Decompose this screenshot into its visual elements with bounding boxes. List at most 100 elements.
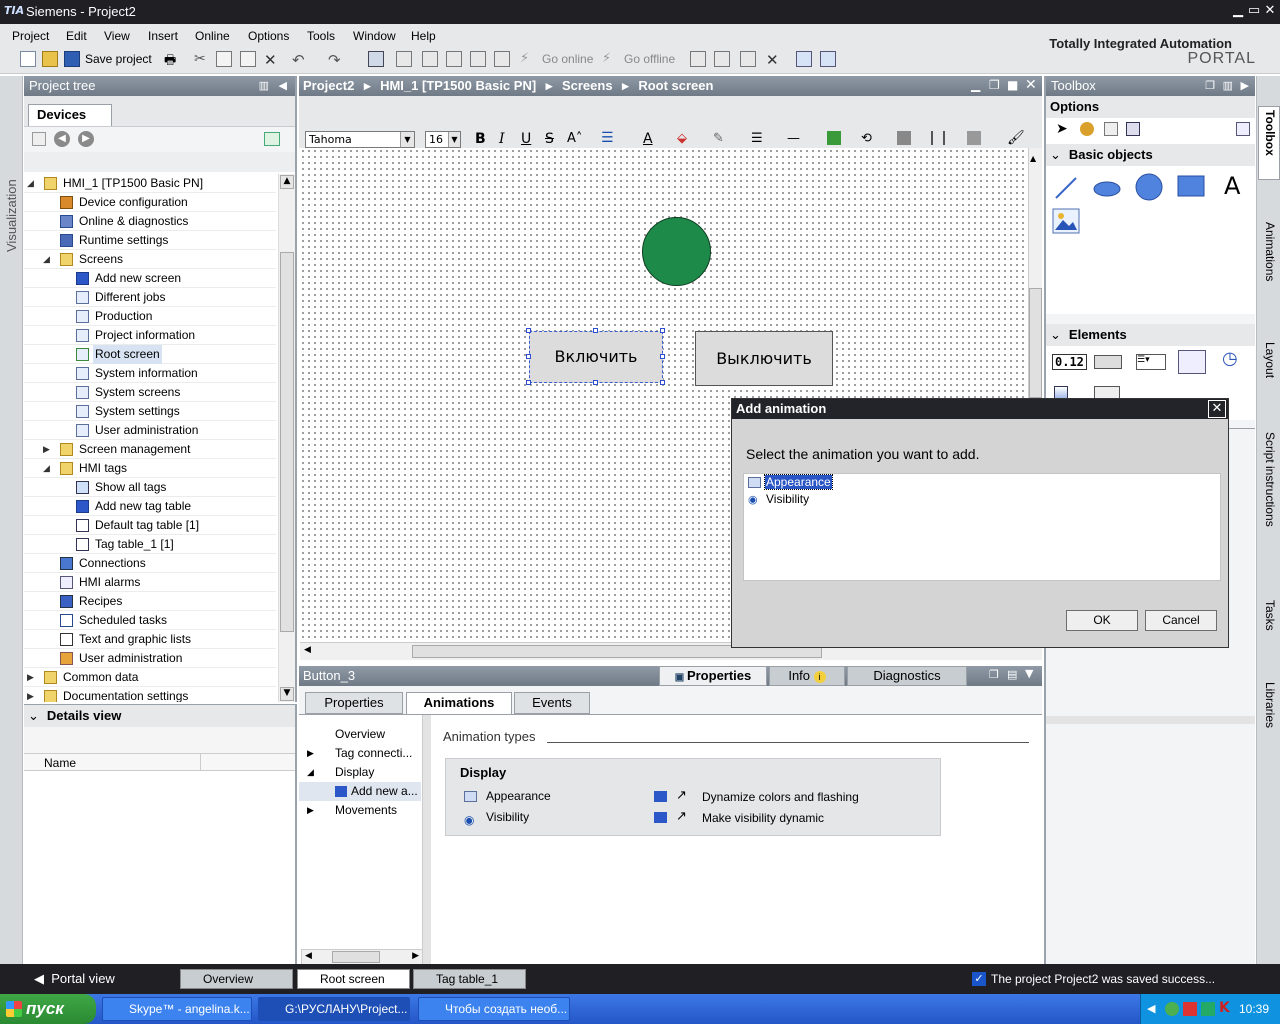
paste-icon[interactable] xyxy=(240,51,256,67)
status-message[interactable]: The project Project2 was saved success..… xyxy=(991,972,1215,986)
bold-icon[interactable]: B xyxy=(475,131,486,147)
ellipse-tool-icon[interactable] xyxy=(1092,180,1122,198)
selection-handle[interactable] xyxy=(526,380,531,385)
expanded-arrow-icon[interactable]: ◢ xyxy=(43,250,50,269)
tree-item[interactable]: User administration xyxy=(24,649,276,668)
tree-item[interactable]: Production xyxy=(24,307,276,326)
breadcrumb-project[interactable]: Project2 xyxy=(303,78,354,93)
menu-options[interactable]: Options xyxy=(248,29,289,43)
line-tool-icon[interactable] xyxy=(1054,176,1078,200)
distribute-icon[interactable] xyxy=(931,131,945,145)
selection-handle[interactable] xyxy=(660,380,665,385)
dynamize-colors-link[interactable]: Dynamize colors and flashing xyxy=(702,790,859,804)
antivirus-icon[interactable]: K xyxy=(1219,1000,1230,1016)
side-tab-layout[interactable]: Layout xyxy=(1263,342,1277,378)
arrow-icon[interactable]: ↗ xyxy=(676,809,687,824)
graphic-io-tool-icon[interactable] xyxy=(1178,350,1206,374)
format-painter-icon[interactable]: 🖌 xyxy=(1007,130,1025,146)
cancel-button[interactable]: Cancel xyxy=(1145,610,1217,631)
start-runtime-icon[interactable] xyxy=(494,51,510,67)
compile-icon[interactable] xyxy=(368,51,384,67)
selection-handle[interactable] xyxy=(660,354,665,359)
save-project-button[interactable]: Save project xyxy=(85,52,152,66)
sync-icon[interactable] xyxy=(264,132,280,146)
download-icon[interactable] xyxy=(396,51,412,67)
scroll-down-icon[interactable]: ▼ xyxy=(280,687,294,701)
new-project-icon[interactable] xyxy=(20,51,36,67)
toolbox-splitter[interactable] xyxy=(1046,716,1255,724)
tray-expand-icon[interactable]: ◀ xyxy=(1147,1002,1155,1015)
tree-item[interactable]: Project information xyxy=(24,326,276,345)
tray-icon[interactable] xyxy=(1183,1002,1197,1016)
cut-icon[interactable]: ✂ xyxy=(194,51,210,67)
print-icon[interactable]: 🖶 xyxy=(164,51,180,68)
minimize-icon[interactable]: ▁ xyxy=(1230,3,1246,19)
visibility-row-label[interactable]: Visibility xyxy=(486,810,529,824)
options-header[interactable]: Options xyxy=(1046,96,1255,118)
side-tab-script-instructions[interactable]: Script instructions xyxy=(1263,432,1277,527)
collapsed-arrow-icon[interactable]: ▶ xyxy=(43,440,50,459)
animation-option-appearance[interactable]: Appearance xyxy=(764,474,833,490)
go-online-button[interactable]: Go online xyxy=(542,52,593,66)
back-icon[interactable]: ◀ xyxy=(54,131,70,147)
font-size-up-icon[interactable]: A˄ xyxy=(567,131,582,146)
selection-handle[interactable] xyxy=(593,328,598,333)
menu-window[interactable]: Window xyxy=(353,29,396,43)
tree-item[interactable]: Different jobs xyxy=(24,288,276,307)
side-tab-animations[interactable]: Animations xyxy=(1263,222,1277,281)
expanded-arrow-icon[interactable]: ◢ xyxy=(307,763,314,782)
breadcrumb-root-screen[interactable]: Root screen xyxy=(638,78,713,93)
make-visibility-dynamic-link[interactable]: Make visibility dynamic xyxy=(702,811,824,825)
tree-item[interactable]: ◢ Screens xyxy=(24,250,276,269)
collapse-left-icon[interactable]: ◀ xyxy=(279,76,287,96)
menu-tools[interactable]: Tools xyxy=(307,29,335,43)
upload-icon[interactable] xyxy=(422,51,438,67)
underline-icon[interactable]: U xyxy=(521,131,531,147)
pin-icon[interactable]: ▥ xyxy=(259,76,269,96)
breadcrumb-device[interactable]: HMI_1 [TP1500 Basic PN] xyxy=(380,78,536,93)
close-editor-icon[interactable]: ✕ xyxy=(766,51,782,69)
nav-hscrollbar[interactable]: ◀ ▶ xyxy=(301,949,423,965)
scroll-left-icon[interactable]: ◀ xyxy=(305,951,312,961)
date-time-tool-icon[interactable]: ◷ xyxy=(1222,348,1238,369)
collapse-icon[interactable]: ⌄ xyxy=(1050,327,1061,342)
view-mode-icon[interactable] xyxy=(1236,122,1250,136)
go-offline-button[interactable]: Go offline xyxy=(624,52,675,66)
inspector-restore-icon[interactable]: ❐ xyxy=(989,668,999,681)
menu-project[interactable]: Project xyxy=(12,29,49,43)
io-field-tool-icon[interactable]: 0.12 xyxy=(1052,354,1087,370)
tree-item[interactable]: System screens xyxy=(24,383,276,402)
group-icon[interactable] xyxy=(827,131,841,145)
line-color-icon[interactable]: ✎ xyxy=(713,131,724,146)
tree-item[interactable]: Tag table_1 [1] xyxy=(24,535,276,554)
inspector-nav-item[interactable]: ◢ Display xyxy=(299,763,421,782)
taskbar-item-tia[interactable]: G:\РУСЛАНУ\Project... xyxy=(258,997,410,1021)
rotate-icon[interactable]: ⟲ xyxy=(861,131,872,146)
chevron-down-icon[interactable]: ▼ xyxy=(400,132,414,147)
selection-handle[interactable] xyxy=(593,380,598,385)
tree-item[interactable]: HMI alarms xyxy=(24,573,276,592)
elements-header[interactable]: ⌄ Elements xyxy=(1046,324,1255,346)
collapse-icon[interactable]: ⌄ xyxy=(1050,147,1061,162)
split-vertical-icon[interactable] xyxy=(820,51,836,67)
menu-edit[interactable]: Edit xyxy=(66,29,87,43)
go-offline-icon[interactable]: ⚡ xyxy=(602,51,618,67)
scroll-up-icon[interactable]: ▲ xyxy=(280,175,294,189)
strikethrough-icon[interactable]: S xyxy=(545,131,554,147)
redo-icon[interactable]: ↷ xyxy=(328,51,344,69)
go-online-icon[interactable]: ⚡ xyxy=(520,51,536,67)
breadcrumb-screens[interactable]: Screens xyxy=(562,78,613,93)
animation-option-visibility[interactable]: Visibility xyxy=(766,492,809,506)
save-icon[interactable] xyxy=(64,51,80,67)
tree-item[interactable]: ▶ Screen management xyxy=(24,440,276,459)
editor-tab-overview[interactable]: Overview xyxy=(180,969,293,989)
name-column-header[interactable]: Name xyxy=(44,756,76,770)
scroll-up-icon[interactable]: ▲ xyxy=(1030,154,1036,163)
tree-item[interactable]: ▶ Common data xyxy=(24,668,276,687)
fill-color-icon[interactable]: ⬙ xyxy=(677,131,687,146)
scroll-thumb[interactable] xyxy=(1029,288,1042,398)
tree-scrollbar[interactable]: ▲ ▼ xyxy=(278,174,295,702)
forward-icon[interactable]: ▶ xyxy=(78,131,94,147)
add-new-icon[interactable] xyxy=(654,791,667,802)
split-editor-icon[interactable] xyxy=(740,51,756,67)
